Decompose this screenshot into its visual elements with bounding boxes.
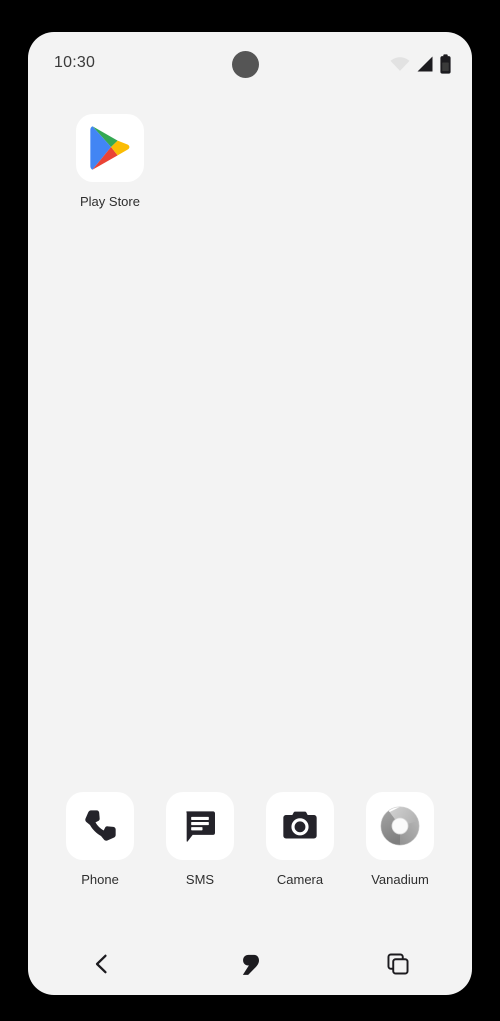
wifi-icon [390, 57, 410, 71]
app-label: Play Store [80, 194, 140, 209]
camera-icon [283, 811, 317, 839]
status-icon-group [389, 52, 452, 76]
vanadium-tile[interactable] [366, 792, 434, 860]
phone-screen: 10:30 Play Store Phone SMS Camera Vanadi… [28, 32, 472, 995]
phone-tile[interactable] [66, 792, 134, 860]
navigation-bar [28, 933, 472, 995]
sms-icon [186, 811, 215, 842]
dock-item-vanadium[interactable]: Vanadium [350, 792, 450, 888]
battery-icon [440, 54, 451, 74]
status-clock: 10:30 [54, 54, 96, 71]
dock-item-phone[interactable]: Phone [50, 792, 150, 888]
camera-punch-hole-icon [232, 51, 259, 78]
phone-icon [85, 810, 116, 841]
cellular-icon [417, 56, 433, 72]
play-store-tile[interactable] [76, 114, 144, 182]
dock-item-camera[interactable]: Camera [250, 792, 350, 888]
vanadium-icon [380, 806, 420, 846]
status-bar[interactable]: 10:30 [28, 32, 472, 96]
device-frame: 10:30 Play Store Phone SMS Camera Vanadi… [0, 0, 500, 1021]
home-button[interactable] [176, 933, 324, 995]
dock-label: Camera [276, 872, 324, 887]
camera-tile[interactable] [266, 792, 334, 860]
dock: Phone SMS Camera Vanadium [28, 792, 472, 888]
app-icon-play-store[interactable]: Play Store [60, 114, 160, 210]
dock-item-sms[interactable]: SMS [150, 792, 250, 888]
play-store-icon [90, 126, 130, 170]
dock-label: Vanadium [371, 872, 429, 887]
back-chevron-icon [95, 954, 107, 974]
back-button[interactable] [28, 933, 176, 995]
recents-button[interactable] [324, 933, 472, 995]
sms-tile[interactable] [166, 792, 234, 860]
recents-icon [387, 953, 409, 975]
dock-label: SMS [185, 872, 215, 887]
home-comma-icon [242, 954, 259, 975]
dock-label: Phone [81, 872, 119, 887]
